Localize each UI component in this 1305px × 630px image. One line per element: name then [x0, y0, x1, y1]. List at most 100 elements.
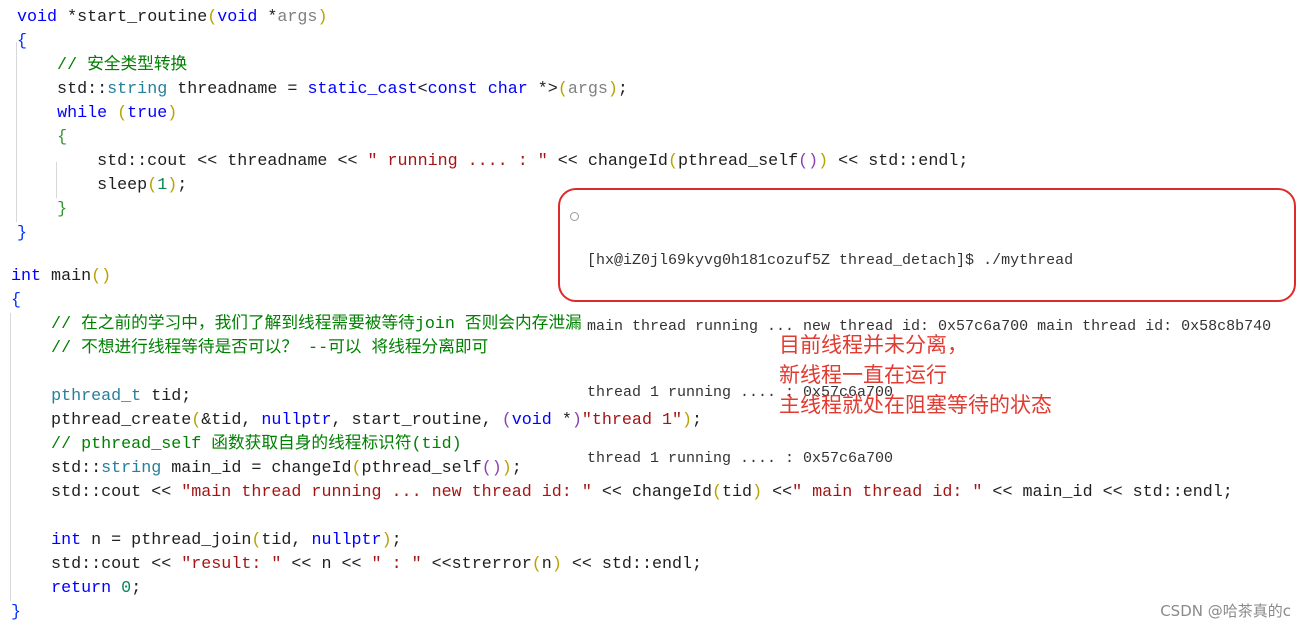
- code-line: std::cout << threadname << " running ...…: [17, 150, 968, 174]
- code-token: args: [277, 8, 318, 27]
- code-line: return 0;: [11, 577, 1233, 601]
- code-token: ): [167, 104, 178, 123]
- circle-prompt-icon: [570, 212, 579, 221]
- code-token: ): [317, 8, 328, 27]
- code-token: (: [251, 531, 262, 550]
- code-token: tid;: [141, 387, 192, 406]
- code-line: while (true): [17, 102, 968, 126]
- code-token: <<strerror: [421, 555, 532, 574]
- code-token: ): [571, 411, 582, 430]
- code-token: {: [11, 291, 22, 310]
- code-token: " running .... : ": [367, 152, 548, 171]
- code-token: ): [551, 555, 562, 574]
- code-token: *: [551, 411, 572, 430]
- code-token: // 不想进行线程等待是否可以？ --可以 将线程分离即可: [11, 339, 489, 358]
- code-token: ): [167, 176, 178, 195]
- watermark: CSDN @哈茶真的c: [1160, 602, 1291, 620]
- code-token: "result: ": [181, 555, 282, 574]
- code-token: nullptr: [261, 411, 332, 430]
- code-token: while: [57, 104, 108, 123]
- code-token: ): [818, 152, 829, 171]
- annotation-line: 目前线程并未分离，: [779, 333, 968, 357]
- code-token: << changeId: [547, 152, 668, 171]
- code-token: std::cout <<: [11, 555, 182, 574]
- code-token: 1: [157, 176, 168, 195]
- code-token: nullptr: [311, 531, 382, 550]
- code-token: threadname =: [167, 80, 308, 99]
- code-token: void: [17, 8, 58, 27]
- code-line: {: [17, 30, 968, 54]
- terminal-line: [hx@iZ0jl69kyvg0h181cozuf5Z thread_detac…: [587, 252, 1074, 269]
- code-token: ): [607, 80, 618, 99]
- code-token: }: [57, 200, 68, 219]
- terminal-line: thread 1 running .... : 0x57c6a700: [587, 450, 894, 467]
- annotation-line: 新线程一直在运行: [779, 363, 947, 387]
- code-token: *start_routine: [57, 8, 208, 27]
- code-token: (: [147, 176, 158, 195]
- code-token: (): [91, 267, 112, 286]
- code-token: // 在之前的学习中，我们了解到线程需要被等待join 否则会内存泄漏: [11, 315, 582, 334]
- code-token: " : ": [371, 555, 422, 574]
- code-token: tid,: [261, 531, 312, 550]
- code-token: return: [51, 579, 112, 598]
- code-token: (): [481, 459, 502, 478]
- code-token: void: [511, 411, 552, 430]
- code-token: // 安全类型转换: [17, 56, 188, 75]
- code-token: true: [127, 104, 168, 123]
- code-token: int: [11, 267, 42, 286]
- code-token: main: [41, 267, 92, 286]
- code-token: ): [501, 459, 512, 478]
- code-token: sleep: [17, 176, 148, 195]
- code-token: (: [501, 411, 512, 430]
- code-token: std::cout << threadname <<: [17, 152, 368, 171]
- code-token: (: [191, 411, 202, 430]
- code-token: std::cout <<: [11, 483, 182, 502]
- code-token: {: [17, 32, 28, 51]
- code-token: std::: [11, 459, 102, 478]
- code-token: void: [217, 8, 258, 27]
- code-token: << std::endl;: [561, 555, 703, 574]
- code-token: 0: [121, 579, 132, 598]
- code-token: (: [117, 104, 128, 123]
- code-token: args: [567, 80, 608, 99]
- code-token: }: [11, 603, 22, 622]
- code-token: ;: [131, 579, 142, 598]
- code-line: int n = pthread_join(tid, nullptr);: [11, 529, 1233, 553]
- code-token: string: [101, 459, 162, 478]
- annotation-note: 目前线程并未分离， 新线程一直在运行 主线程就处在阻塞等待的状态: [779, 330, 1052, 420]
- code-token: (: [351, 459, 362, 478]
- code-token: (: [207, 8, 218, 27]
- code-token: }: [17, 224, 28, 243]
- code-token: (: [531, 555, 542, 574]
- code-token: << n <<: [281, 555, 372, 574]
- terminal-output-box: [hx@iZ0jl69kyvg0h181cozuf5Z thread_detac…: [558, 188, 1296, 467]
- code-token: ): [381, 531, 392, 550]
- code-token: std::: [17, 80, 108, 99]
- code-token: ;: [511, 459, 522, 478]
- code-token: "main thread running ... new thread id: …: [181, 483, 592, 502]
- code-line: std::cout << "result: " << n << " : " <<…: [11, 553, 1233, 577]
- code-token: << std::endl;: [828, 152, 969, 171]
- code-token: (: [557, 80, 568, 99]
- code-token: pthread_self: [361, 459, 482, 478]
- code-token: n = pthread_join: [81, 531, 252, 550]
- code-token: {: [57, 128, 68, 147]
- code-line: std::string threadname = static_cast<con…: [17, 78, 968, 102]
- code-token: *>: [527, 80, 558, 99]
- code-token: pthread_t: [51, 387, 142, 406]
- annotation-line: 主线程就处在阻塞等待的状态: [779, 393, 1052, 417]
- code-token: int: [51, 531, 82, 550]
- code-token: const: [427, 80, 478, 99]
- code-token: ;: [391, 531, 402, 550]
- code-token: n: [541, 555, 552, 574]
- code-token: &tid,: [201, 411, 262, 430]
- code-token: ;: [177, 176, 188, 195]
